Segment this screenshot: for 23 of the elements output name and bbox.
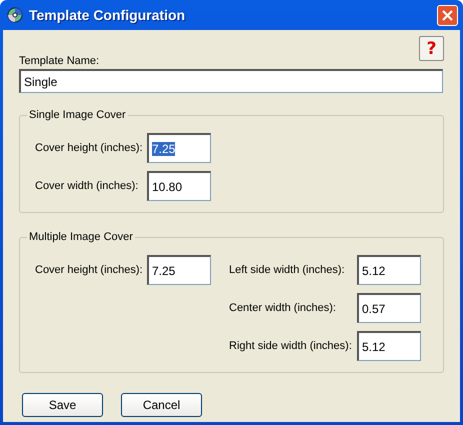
close-icon [441, 8, 454, 22]
dialog-button[interactable]: Save [22, 393, 103, 417]
field-label: Template Name: [19, 55, 100, 67]
field-label: Cover height (inches): [35, 142, 139, 154]
field-label: Left side width (inches): [229, 264, 346, 276]
field-label: Cover height (inches): [35, 264, 139, 276]
template-name-field[interactable]: Single [19, 69, 443, 93]
field-label: Cover width (inches): [35, 180, 139, 192]
field-label: Right side width (inches): [229, 340, 349, 352]
close-button[interactable] [437, 4, 458, 26]
input-field[interactable]: 5.12 [357, 255, 421, 285]
input-field[interactable]: 7.25 [147, 133, 211, 163]
window-title: Template Configuration [29, 7, 186, 23]
help-button[interactable]: ? [419, 36, 444, 61]
group-title: Single Image Cover [27, 109, 128, 121]
input-field[interactable]: 0.57 [357, 293, 421, 323]
input-field[interactable]: 7.25 [147, 255, 211, 285]
dialog-button[interactable]: Cancel [121, 393, 202, 417]
disc-icon [7, 7, 23, 23]
input-field[interactable]: 10.80 [147, 171, 211, 201]
input-field[interactable]: 5.12 [357, 331, 421, 361]
field-label: Center width (inches): [229, 302, 337, 314]
group-title: Multiple Image Cover [27, 231, 135, 243]
